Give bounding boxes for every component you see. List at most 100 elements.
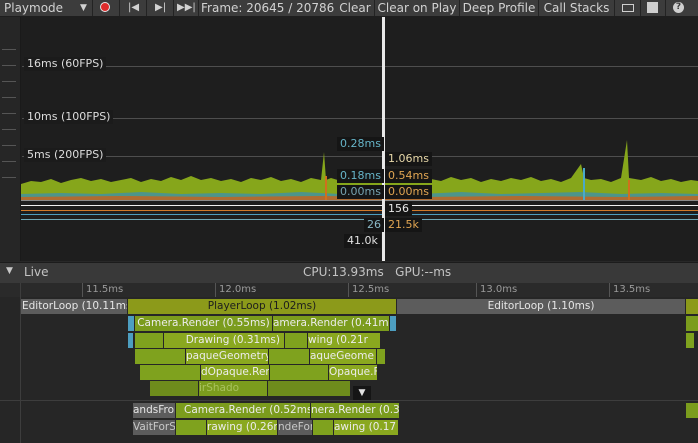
drawing-sample[interactable]: Drawing (0.31ms) [164, 333, 284, 348]
cpu-gpu-stats: CPU:13.93ms GPU:--ms [303, 265, 452, 279]
ruler-label: 13.5ms [613, 284, 651, 295]
editorloop-sample[interactable]: EditorLoop (1.10ms) [397, 299, 685, 314]
drawing-sample[interactable]: wing (0.21r [308, 333, 380, 348]
last-frame-button[interactable]: ▶▶| [174, 0, 199, 16]
playmode-dropdown[interactable]: Playmode ▼ [0, 0, 93, 16]
gc-spike [325, 176, 327, 200]
camera-render-sample[interactable] [686, 403, 698, 418]
drawing-sample[interactable]: rawing (0.26m [207, 420, 277, 435]
playerloop-sample[interactable] [686, 299, 698, 314]
ruler-tick [82, 283, 83, 297]
call-stacks-button[interactable]: Call Stacks [539, 0, 615, 16]
expand-thread-icon[interactable]: ▼ [353, 386, 371, 400]
profiler-toolbar: Playmode ▼ |◀ ▶| ▶▶| Frame: 20645 / 2078… [0, 0, 698, 17]
grid-label-10ms: 10ms (100FPS) [24, 110, 114, 124]
script-sample[interactable] [390, 316, 396, 331]
live-label[interactable]: Live [24, 265, 49, 279]
memory-line-teal [21, 219, 698, 220]
skip-forward-icon: ▶▶| [177, 2, 196, 13]
memory-line-white [21, 205, 698, 206]
load-button[interactable] [616, 0, 641, 16]
render-opaque-sample[interactable]: Opaque.F [329, 365, 377, 380]
frame-indicator: Frame: 20645 / 20786 [201, 1, 335, 15]
render-sample[interactable] [269, 349, 309, 364]
save-button[interactable] [641, 0, 666, 16]
skip-back-icon: |◀ [128, 2, 140, 13]
help-button[interactable]: ? [667, 0, 691, 16]
chart-legend-strip [0, 17, 21, 261]
camera-render-sample[interactable] [686, 316, 698, 331]
ruler-label: 12.5ms [352, 284, 390, 295]
help-icon: ? [673, 2, 684, 13]
ruler-tick [609, 283, 610, 297]
chart-divider [21, 200, 698, 201]
first-frame-button[interactable]: |◀ [120, 0, 147, 16]
tooltip-gc-value: 0.54ms [385, 169, 432, 183]
render-sample[interactable] [135, 333, 163, 348]
memory-line-blue [21, 214, 698, 215]
ruler-tick [348, 283, 349, 297]
render-sample[interactable] [270, 365, 328, 380]
gc-spike-2 [628, 180, 630, 200]
gridline-16ms [22, 66, 698, 67]
opaque-geometry-sample[interactable]: paqueGeometry [186, 349, 268, 364]
tooltip-rendering-value: 1.06ms [385, 152, 432, 166]
camera-render-sample[interactable]: amera.Render (0.41m [273, 316, 389, 331]
script-sample[interactable] [128, 316, 134, 331]
record-icon [100, 2, 110, 12]
record-button[interactable] [93, 0, 120, 16]
folder-open-icon [622, 4, 634, 12]
profiler-status-bar: ▼ Live CPU:13.93ms GPU:--ms [0, 262, 698, 284]
grid-label-16ms: 16ms (60FPS) [24, 57, 107, 71]
clear-button[interactable]: Clear [336, 0, 375, 16]
tooltip-vsync-value: 0.00ms [385, 185, 432, 199]
clear-on-play-button[interactable]: Clear on Play [375, 0, 460, 16]
tooltip-drawcalls-value: 156 [385, 202, 412, 216]
memory-line-orange [21, 210, 698, 211]
tooltip-batches-value: 21.5k [385, 218, 422, 232]
render-sample[interactable] [150, 381, 198, 396]
scripts-spike [583, 168, 585, 200]
render-sample[interactable] [176, 420, 206, 435]
thread-divider [0, 400, 698, 401]
step-forward-icon: ▶| [155, 2, 167, 13]
ruler-label: 11.5ms [86, 284, 124, 295]
editorloop-sample[interactable]: EditorLoop (10.11ms) [20, 299, 127, 314]
render-sample[interactable] [268, 381, 350, 396]
chevron-down-icon: ▼ [80, 3, 87, 13]
thread-label-divider [20, 283, 21, 443]
playerloop-sample[interactable]: PlayerLoop (1.02ms) [128, 299, 396, 314]
script-sample[interactable] [128, 333, 133, 348]
gridline-10ms [22, 118, 698, 119]
render-sample[interactable] [377, 349, 385, 364]
render-opaque-sample[interactable]: dOpaque.Rer [201, 365, 269, 380]
camera-render-sample[interactable]: nera.Render (0.33 [311, 403, 399, 418]
tooltip-scripts-value-2: 0.18ms [337, 169, 384, 183]
ruler-label: 13.0ms [480, 284, 518, 295]
tooltip-other-value: 0.00ms [337, 185, 384, 199]
shadow-sample[interactable]: irShado [199, 381, 267, 396]
camera-render-sample[interactable]: Camera.Render (0.52ms) [176, 403, 310, 418]
floppy-disk-icon [647, 2, 658, 13]
camera-render-sample[interactable]: Camera.Render (0.55ms) [135, 316, 272, 331]
render-sample[interactable] [285, 333, 307, 348]
chevron-down-icon[interactable]: ▼ [6, 266, 13, 276]
drawing-sample[interactable]: awing (0.17 [334, 420, 398, 435]
render-sample[interactable] [313, 420, 333, 435]
tooltip-count-value: 26 [364, 218, 384, 232]
render-sample[interactable] [135, 349, 185, 364]
ruler-label: 12.0ms [219, 284, 257, 295]
render-forward-sample[interactable]: ndeFor [278, 420, 312, 435]
ruler-tick [476, 283, 477, 297]
next-frame-button[interactable]: ▶| [147, 0, 174, 16]
wait-for-signal-sample[interactable]: VaitForSi [133, 420, 175, 435]
deep-profile-button[interactable]: Deep Profile [460, 0, 539, 16]
render-sample[interactable] [686, 333, 694, 348]
begin-frame-sample[interactable]: andsFron [133, 403, 175, 418]
tooltip-scripts-value: 0.28ms [337, 137, 384, 151]
render-sample[interactable] [140, 365, 200, 380]
tooltip-memory-value: 41.0k [344, 234, 381, 248]
opaque-geometry-sample[interactable]: aqueGeome [310, 349, 376, 364]
ruler-tick [215, 283, 216, 297]
playmode-label: Playmode [4, 1, 64, 15]
